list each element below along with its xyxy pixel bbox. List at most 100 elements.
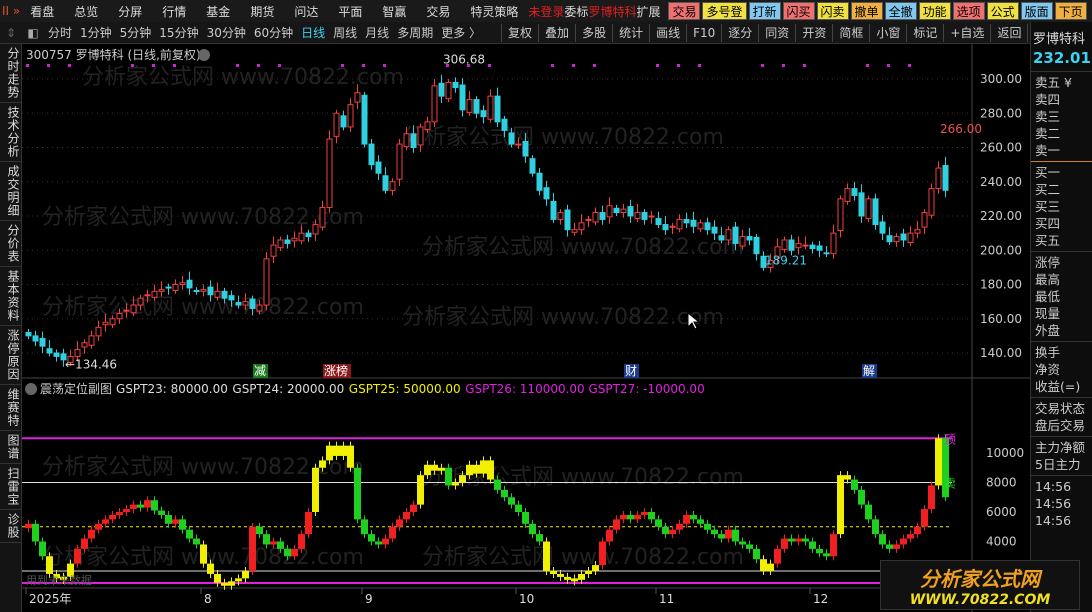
sub-bar bbox=[704, 523, 711, 530]
sidebar-item[interactable]: 技术分析 bbox=[0, 103, 22, 162]
panel-toggle-icon[interactable]: ◧ bbox=[22, 26, 44, 40]
status-text[interactable]: 扩展 bbox=[636, 3, 660, 20]
tool-返回[interactable]: 返回 bbox=[997, 24, 1021, 41]
sidebar-item[interactable]: 图谱 bbox=[0, 431, 22, 464]
signal-dot bbox=[866, 64, 869, 67]
period-15分钟[interactable]: 15分钟 bbox=[159, 24, 198, 41]
sub-bar bbox=[564, 576, 571, 580]
quick-button[interactable]: 版面 bbox=[1020, 2, 1053, 20]
quick-button[interactable]: 多号登 bbox=[702, 2, 747, 20]
sub-bar bbox=[858, 489, 865, 505]
sidebar-item[interactable]: 扫雷宝 bbox=[0, 464, 22, 510]
sub-bar bbox=[676, 523, 683, 530]
quick-button[interactable]: 闪卖 bbox=[816, 2, 849, 20]
status-text[interactable]: 委标 bbox=[564, 3, 588, 20]
sidebar-item[interactable]: 成交明细 bbox=[0, 162, 22, 221]
tool-开资[interactable]: 开资 bbox=[802, 24, 826, 41]
candle bbox=[732, 226, 739, 244]
status-text[interactable]: 罗博特科 bbox=[588, 3, 636, 20]
sidebar-item[interactable]: 分时走势 bbox=[0, 44, 22, 103]
tool-标记[interactable]: 标记 bbox=[913, 24, 937, 41]
nav-分屏[interactable]: 分屏 bbox=[118, 3, 142, 20]
candle bbox=[893, 236, 900, 243]
quick-button[interactable]: 公式 bbox=[986, 2, 1019, 20]
chart-title: 300757 罗博特科 (日线,前复权) bbox=[26, 47, 201, 62]
period-日线[interactable]: 日线 bbox=[301, 24, 325, 41]
nav-平面[interactable]: 平面 bbox=[338, 3, 362, 20]
period-60分钟[interactable]: 60分钟 bbox=[254, 24, 293, 41]
period-30分钟[interactable]: 30分钟 bbox=[207, 24, 246, 41]
xaxis-label: 9 bbox=[365, 592, 373, 606]
quick-button[interactable]: 撤单 bbox=[850, 2, 883, 20]
sub-bar bbox=[788, 538, 795, 542]
watermark: 分析家公式网 www.70822.com bbox=[82, 65, 404, 90]
status-text[interactable]: 未登录 bbox=[528, 3, 564, 20]
scroll-arrows-icon[interactable]: ⇕ bbox=[0, 26, 22, 40]
nav-交易[interactable]: 交易 bbox=[426, 3, 450, 20]
quick-button[interactable]: 打新 bbox=[748, 2, 781, 20]
candle bbox=[410, 133, 417, 149]
period-月线[interactable]: 月线 bbox=[365, 24, 389, 41]
nav-期货[interactable]: 期货 bbox=[250, 3, 274, 20]
nav-智赢[interactable]: 智赢 bbox=[382, 3, 406, 20]
sub-bar bbox=[690, 514, 697, 520]
sub-bar bbox=[410, 504, 417, 512]
sidebar-item[interactable]: 分价表 bbox=[0, 221, 22, 267]
period-周线[interactable]: 周线 bbox=[333, 24, 357, 41]
tool-简框[interactable]: 简框 bbox=[839, 24, 863, 41]
tool-逐分[interactable]: 逐分 bbox=[728, 24, 752, 41]
period-分时[interactable]: 分时 bbox=[48, 24, 72, 41]
tool-叠加[interactable]: 叠加 bbox=[545, 24, 569, 41]
quick-button[interactable]: 闪买 bbox=[782, 2, 815, 20]
candle bbox=[459, 84, 466, 111]
candle bbox=[781, 239, 788, 250]
tool-+自选[interactable]: +自选 bbox=[950, 24, 984, 41]
sub-bar bbox=[767, 563, 774, 571]
nav-基金[interactable]: 基金 bbox=[206, 3, 230, 20]
nav-行情[interactable]: 行情 bbox=[162, 3, 186, 20]
candle bbox=[655, 218, 662, 226]
candle bbox=[396, 143, 403, 180]
sidebar-item[interactable]: 诊股 bbox=[0, 510, 22, 543]
sub-bar bbox=[725, 529, 732, 539]
period-更多 〉[interactable]: 更多 〉 bbox=[441, 24, 481, 41]
tool-小窗[interactable]: 小窗 bbox=[876, 24, 900, 41]
quick-button[interactable]: 功能 bbox=[918, 2, 951, 20]
candle bbox=[900, 233, 907, 241]
candle bbox=[361, 94, 368, 145]
nav-看盘[interactable]: 看盘 bbox=[30, 3, 54, 20]
signal-dot bbox=[782, 64, 785, 67]
period-1分钟[interactable]: 1分钟 bbox=[80, 24, 112, 41]
sidebar-item[interactable]: 维赛特 bbox=[0, 385, 22, 431]
chevron-down-icon[interactable] bbox=[25, 383, 37, 395]
sidebar-item[interactable]: 涨停原因 bbox=[0, 326, 22, 385]
tool-画线[interactable]: 画线 bbox=[656, 24, 680, 41]
sub-bar bbox=[354, 467, 361, 520]
sub-bar bbox=[424, 464, 431, 476]
chevron-down-icon[interactable] bbox=[198, 49, 210, 61]
quick-button[interactable]: 选项 bbox=[952, 2, 985, 20]
divider bbox=[649, 23, 651, 42]
signal-dot bbox=[236, 64, 239, 67]
quick-button[interactable]: 交易 bbox=[668, 2, 701, 20]
kline-chart[interactable]: 分析家公式网 www.70822.com 分析家公式网 www.70822.com… bbox=[22, 44, 1030, 612]
sub-bar bbox=[382, 538, 389, 545]
nav-问达[interactable]: 问达 bbox=[294, 3, 318, 20]
tool-多股[interactable]: 多股 bbox=[582, 24, 606, 41]
app-logo[interactable]: II » bbox=[0, 4, 20, 18]
sub-bar bbox=[200, 544, 207, 564]
period-多周期[interactable]: 多周期 bbox=[397, 24, 433, 41]
candle bbox=[284, 239, 291, 244]
tool-统计[interactable]: 统计 bbox=[619, 24, 643, 41]
nav-特灵策略[interactable]: 特灵策略 bbox=[470, 3, 518, 20]
quick-button[interactable]: 全撤 bbox=[884, 2, 917, 20]
nav-总览[interactable]: 总览 bbox=[74, 3, 98, 20]
sidebar-item[interactable]: 基本资料 bbox=[0, 267, 22, 326]
tool-F10[interactable]: F10 bbox=[693, 26, 715, 40]
tool-复权[interactable]: 复权 bbox=[508, 24, 532, 41]
period-5分钟[interactable]: 5分钟 bbox=[120, 24, 152, 41]
tool-同资[interactable]: 同资 bbox=[765, 24, 789, 41]
sub-bar bbox=[648, 512, 655, 520]
quick-button[interactable]: 下页 bbox=[1054, 2, 1087, 20]
candle bbox=[382, 175, 389, 191]
